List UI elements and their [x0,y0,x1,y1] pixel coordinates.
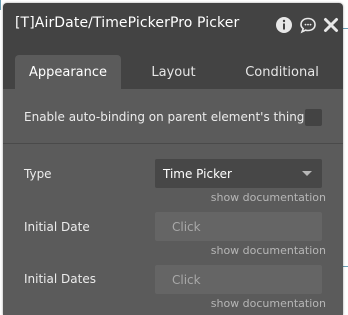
background-line-right-lower [343,266,348,267]
auto-binding-label: Enable auto-binding on parent element's … [24,110,305,124]
type-label: Type [24,167,52,181]
type-show-documentation-link[interactable]: show documentation [211,191,326,204]
initial-dates-show-documentation-link[interactable]: show documentation [211,297,326,310]
type-dropdown[interactable]: Time Picker [155,159,322,188]
type-dropdown-value: Time Picker [163,167,232,181]
tab-conditional[interactable]: Conditional [227,55,337,89]
tab-appearance-label: Appearance [28,64,108,80]
initial-date-label: Initial Date [24,220,90,234]
comment-icon[interactable] [299,16,317,34]
appearance-tab-content: Enable auto-binding on parent element's … [3,89,343,315]
chevron-down-icon [302,171,312,176]
auto-binding-checkbox[interactable] [305,109,322,126]
initial-dates-input[interactable]: Click [155,265,322,294]
tab-layout[interactable]: Layout [131,55,216,89]
info-icon[interactable] [275,16,293,34]
tab-conditional-label: Conditional [245,64,319,80]
tab-appearance[interactable]: Appearance [15,55,121,89]
initial-dates-label: Initial Dates [24,272,96,286]
initial-date-input[interactable]: Click [155,212,322,241]
tab-layout-label: Layout [151,64,196,80]
title-bar[interactable]: [T]AirDate/TimePickerPro Picker [3,3,343,47]
initial-date-placeholder: Click [172,220,201,234]
initial-dates-placeholder: Click [172,273,201,287]
panel-title: [T]AirDate/TimePickerPro Picker [15,15,240,31]
initial-date-show-documentation-link[interactable]: show documentation [211,244,326,257]
background-line-right [343,28,348,29]
background-line-top [0,0,1,10]
auto-binding-row: Enable auto-binding on parent element's … [3,89,343,144]
property-editor-panel: [T]AirDate/TimePickerPro Picker Appearan… [3,3,343,315]
close-icon[interactable] [322,16,340,34]
